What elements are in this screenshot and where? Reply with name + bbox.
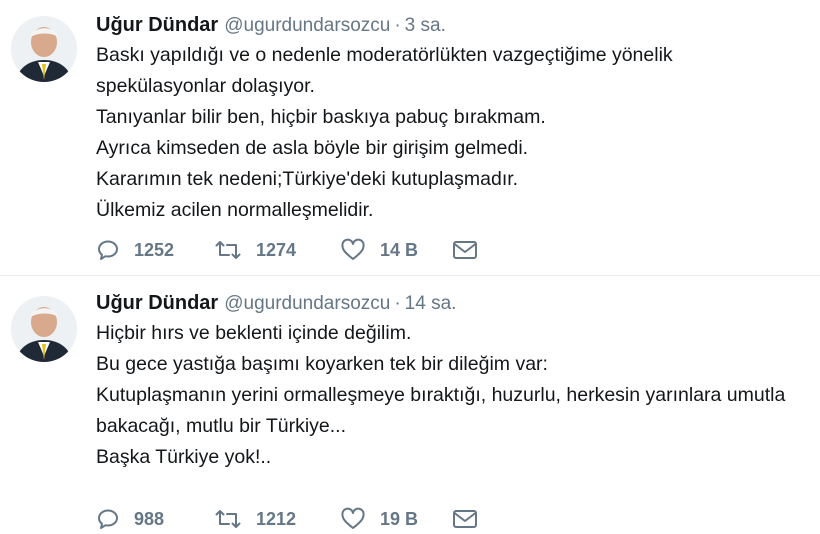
tweet-text: Baskı yapıldığı ve o nedenle moderatörlü… xyxy=(96,40,820,226)
retweet-icon xyxy=(214,238,242,262)
heart-icon xyxy=(340,507,366,531)
tweet[interactable]: Uğur Dündar @ugurdundarsozcu · 3 sa. Baskı … xyxy=(0,0,820,276)
tweet-actions: 1252 1274 14 B xyxy=(96,235,478,265)
reply-button[interactable]: 1252 xyxy=(96,238,214,262)
envelope-icon xyxy=(452,239,478,261)
tweet[interactable]: Uğur Dündar @ugurdundarsozcu · 14 sa. Hiçbi… xyxy=(0,276,820,529)
tweet-text: Hiçbir hırs ve beklenti içinde değilim. … xyxy=(96,318,820,473)
reply-icon xyxy=(96,238,120,262)
reply-count: 1252 xyxy=(134,239,175,260)
author-name[interactable]: Uğur Dündar xyxy=(96,292,218,314)
retweet-button[interactable]: 1212 xyxy=(214,507,340,531)
reply-icon xyxy=(96,507,120,531)
tweet-text-line: Başka Türkiye yok!.. xyxy=(96,446,272,468)
envelope-icon xyxy=(452,508,478,530)
tweet-text-line: spekülasyonlar dolaşıyor. xyxy=(96,75,315,97)
avatar[interactable] xyxy=(11,16,77,82)
author-name[interactable]: Uğur Dündar xyxy=(96,14,218,36)
like-button[interactable]: 19 B xyxy=(340,507,452,531)
separator-dot: · xyxy=(394,293,401,314)
tweet-text-line: bakacağı, mutlu bir Türkiye... xyxy=(96,415,346,437)
tweet-text-line: Tanıyanlar bilir ben, hiçbir baskıya pab… xyxy=(96,106,546,128)
author-handle[interactable]: @ugurdundarsozcu xyxy=(224,15,390,36)
heart-icon xyxy=(340,238,366,262)
tweet-text-line: Kutuplaşmanın yerini ormalleşmeye bırakt… xyxy=(96,384,786,406)
tweet-actions: 988 1212 19 B xyxy=(96,504,478,534)
tweet-text-line: Ayrıca kimseden de asla böyle bir girişi… xyxy=(96,137,529,159)
tweet-text-line: Ülkemiz acilen normalleşmelidir. xyxy=(96,199,374,221)
timestamp[interactable]: 3 sa. xyxy=(405,15,446,36)
tweet-text-line: Bu gece yastığa başımı koyarken tek bir … xyxy=(96,353,548,375)
tweet-header: Uğur Dündar @ugurdundarsozcu · 14 sa. xyxy=(96,288,820,318)
author-handle[interactable]: @ugurdundarsozcu xyxy=(224,293,390,314)
avatar[interactable] xyxy=(11,296,77,362)
retweet-button[interactable]: 1274 xyxy=(214,238,340,262)
like-count: 14 B xyxy=(380,239,419,260)
like-button[interactable]: 14 B xyxy=(340,238,452,262)
tweet-header: Uğur Dündar @ugurdundarsozcu · 3 sa. xyxy=(96,10,820,40)
retweet-count: 1274 xyxy=(256,239,297,260)
reply-count: 988 xyxy=(134,508,165,529)
direct-message-button[interactable] xyxy=(452,508,478,530)
reply-button[interactable]: 988 xyxy=(96,507,214,531)
separator-dot: · xyxy=(394,15,401,36)
like-count: 19 B xyxy=(380,508,419,529)
tweet-text-line: Kararımın tek nedeni;Türkiye'deki kutupl… xyxy=(96,168,519,190)
direct-message-button[interactable] xyxy=(452,239,478,261)
timestamp[interactable]: 14 sa. xyxy=(405,293,457,314)
tweet-text-line: Baskı yapıldığı ve o nedenle moderatörlü… xyxy=(96,44,673,66)
retweet-count: 1212 xyxy=(256,508,297,529)
tweet-text-line: Hiçbir hırs ve beklenti içinde değilim. xyxy=(96,322,412,344)
retweet-icon xyxy=(214,507,242,531)
